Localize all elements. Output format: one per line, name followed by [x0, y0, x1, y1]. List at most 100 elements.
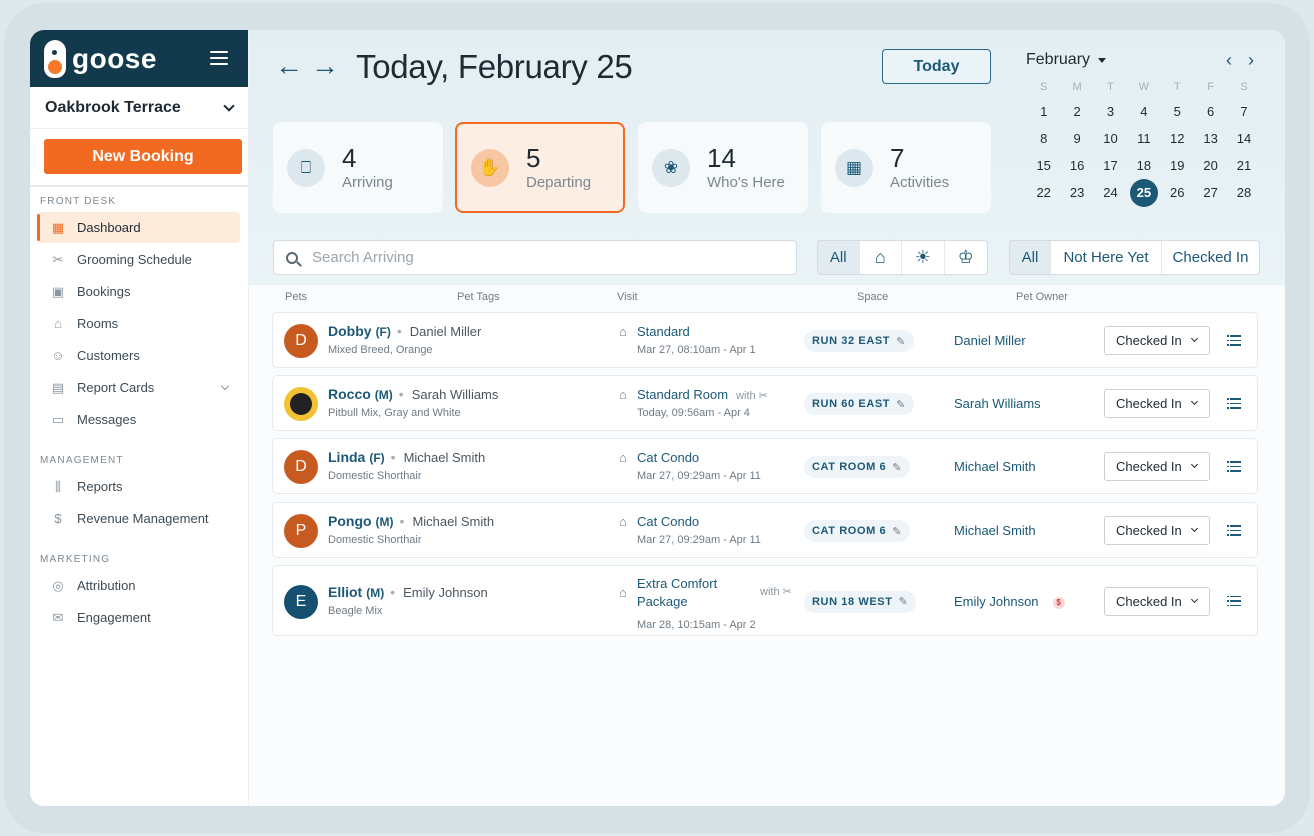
table-row: E Elliot (M) • Emily Johnson Beagle Mix ⌂ Extra…	[272, 565, 1258, 636]
status-filter-checked-in[interactable]: Checked In	[1162, 241, 1259, 274]
calendar-day[interactable]: 8	[1027, 125, 1060, 152]
space-pill[interactable]: RUN 60 EAST ✎	[804, 393, 914, 415]
calendar-day[interactable]: 7	[1227, 98, 1260, 125]
sidebar-item-reports[interactable]: ⫼ Reports	[37, 471, 240, 502]
visit-date: Mar 27, 09:29am - Apr 11	[637, 470, 761, 482]
today-button[interactable]: Today	[882, 49, 991, 84]
visit-name[interactable]: Standard	[637, 323, 690, 341]
calendar-day[interactable]: 24	[1094, 179, 1127, 206]
calendar-day[interactable]: 27	[1194, 179, 1227, 206]
sun-icon[interactable]: ☀	[902, 241, 945, 274]
search-box[interactable]	[273, 240, 797, 275]
calendar-day[interactable]: 26	[1161, 179, 1194, 206]
calendar-day[interactable]: 4	[1127, 98, 1160, 125]
visit-name[interactable]: Standard Room with ✂	[637, 386, 768, 405]
calendar-day[interactable]: 17	[1094, 152, 1127, 179]
sidebar-item-bookings[interactable]: ▣ Bookings	[37, 276, 240, 307]
calendar-day[interactable]: 21	[1227, 152, 1260, 179]
column-header-space: Space	[857, 291, 889, 303]
calendar-day[interactable]: 1	[1027, 98, 1060, 125]
space-pill[interactable]: RUN 18 WEST ✎	[804, 590, 917, 613]
calendar-day[interactable]: 3	[1094, 98, 1127, 125]
calendar-day[interactable]: 20	[1194, 152, 1227, 179]
stat-card-who-s-here[interactable]: ❀ 14 Who's Here	[638, 122, 808, 213]
status-select[interactable]: Checked In	[1104, 326, 1210, 355]
status-filter-all[interactable]: All	[1010, 241, 1051, 274]
pet-name[interactable]: Elliot (M) • Emily Johnson	[328, 584, 488, 600]
sidebar-item-grooming-schedule[interactable]: ✂ Grooming Schedule	[37, 244, 240, 275]
app-screen: goose Oakbrook Terrace New Booking FRONT…	[30, 30, 1285, 806]
pet-name[interactable]: Rocco (M) • Sarah Williams	[328, 386, 498, 402]
list-menu-icon[interactable]	[1227, 595, 1241, 607]
calendar-day[interactable]: 10	[1094, 125, 1127, 152]
sidebar-item-engagement[interactable]: ✉ Engagement	[37, 602, 240, 633]
list-menu-icon[interactable]	[1227, 335, 1241, 346]
list-menu-icon[interactable]	[1227, 525, 1241, 536]
house-icon[interactable]: ⌂	[860, 241, 903, 274]
calendar-day[interactable]: 13	[1194, 125, 1227, 152]
calendar-day-number: 10	[1103, 131, 1118, 146]
new-booking-button[interactable]: New Booking	[44, 139, 242, 174]
visit-name[interactable]: Cat Condo	[637, 513, 699, 531]
pet-owner[interactable]: Michael Smith	[954, 459, 1036, 474]
calendar-day[interactable]: 12	[1161, 125, 1194, 152]
sidebar-item-revenue-management[interactable]: $ Revenue Management	[37, 503, 240, 534]
status-select[interactable]: Checked In	[1104, 516, 1210, 545]
calendar-day[interactable]: 9	[1060, 125, 1093, 152]
caret-down-icon[interactable]	[1098, 57, 1107, 63]
groomer-icon[interactable]: ♔	[945, 241, 987, 274]
calendar-day[interactable]: 5	[1161, 98, 1194, 125]
status-filter-not-here-yet[interactable]: Not Here Yet	[1051, 241, 1162, 274]
space-pill[interactable]: CAT ROOM 6 ✎	[804, 456, 911, 478]
list-menu-icon[interactable]	[1227, 461, 1241, 472]
target-icon: ◎	[52, 577, 64, 593]
pet-owner[interactable]: Daniel Miller	[954, 333, 1026, 348]
stat-card-activities[interactable]: ▦ 7 Activities	[821, 122, 991, 213]
calendar-day[interactable]: 16	[1060, 152, 1093, 179]
chevron-right-icon[interactable]: ›	[1248, 50, 1254, 71]
calendar-day[interactable]: 18	[1127, 152, 1160, 179]
sidebar-item-report-cards[interactable]: ▤ Report Cards	[37, 372, 240, 403]
arrow-left-icon[interactable]: ←	[275, 52, 303, 80]
pet-owner[interactable]: Michael Smith	[954, 523, 1036, 538]
status-select[interactable]: Checked In	[1104, 586, 1210, 616]
visit-name[interactable]: Cat Condo	[637, 449, 699, 467]
calendar-day[interactable]: 22	[1027, 179, 1060, 206]
space-pill[interactable]: RUN 32 EAST ✎	[804, 330, 914, 352]
space-pill[interactable]: CAT ROOM 6 ✎	[804, 520, 911, 542]
stat-card-departing[interactable]: ✋ 5 Departing	[455, 122, 625, 213]
status-select[interactable]: Checked In	[1104, 452, 1210, 481]
arrow-right-icon[interactable]: →	[311, 52, 339, 80]
list-menu-icon[interactable]	[1227, 398, 1241, 409]
sidebar-item-customers[interactable]: ☺ Customers	[37, 340, 240, 371]
calendar-day[interactable]: 23	[1060, 179, 1093, 206]
search-input[interactable]	[312, 249, 772, 266]
calendar-month[interactable]: February	[1026, 51, 1090, 69]
stat-card-arriving[interactable]: ⎕ 4 Arriving	[273, 122, 443, 213]
calendar-day[interactable]: 19	[1161, 152, 1194, 179]
table-row: Rocco (M) • Sarah Williams Pitbull Mix, Gray…	[272, 375, 1258, 431]
calendar-day[interactable]: 2	[1060, 98, 1093, 125]
pet-name[interactable]: Pongo (M) • Michael Smith	[328, 513, 494, 529]
calendar-day[interactable]: 11	[1127, 125, 1160, 152]
calendar-day-selected[interactable]: 25	[1127, 179, 1160, 207]
calendar-day[interactable]: 15	[1027, 152, 1060, 179]
chevron-left-icon[interactable]: ‹	[1226, 50, 1232, 71]
pet-owner[interactable]: Sarah Williams	[954, 396, 1041, 411]
visit-name[interactable]: Extra Comfort Package	[637, 575, 737, 611]
location-selector[interactable]: Oakbrook Terrace	[30, 87, 248, 129]
pet-name[interactable]: Linda (F) • Michael Smith	[328, 449, 485, 465]
calendar-day[interactable]: 14	[1227, 125, 1260, 152]
sidebar-item-rooms[interactable]: ⌂ Rooms	[37, 308, 240, 339]
status-select[interactable]: Checked In	[1104, 389, 1210, 418]
sidebar-item-dashboard[interactable]: ▦ Dashboard	[37, 212, 240, 243]
type-filter-all[interactable]: All	[818, 241, 860, 274]
sidebar-item-attribution[interactable]: ◎ Attribution	[37, 570, 240, 601]
pet-name[interactable]: Dobby (F) • Daniel Miller	[328, 323, 481, 339]
menu-icon[interactable]	[210, 51, 228, 65]
pet-owner[interactable]: Emily Johnson $	[954, 594, 1065, 609]
calendar-day[interactable]: 6	[1194, 98, 1227, 125]
calendar-day[interactable]: 28	[1227, 179, 1260, 206]
sidebar-item-messages[interactable]: ▭ Messages	[37, 404, 240, 435]
